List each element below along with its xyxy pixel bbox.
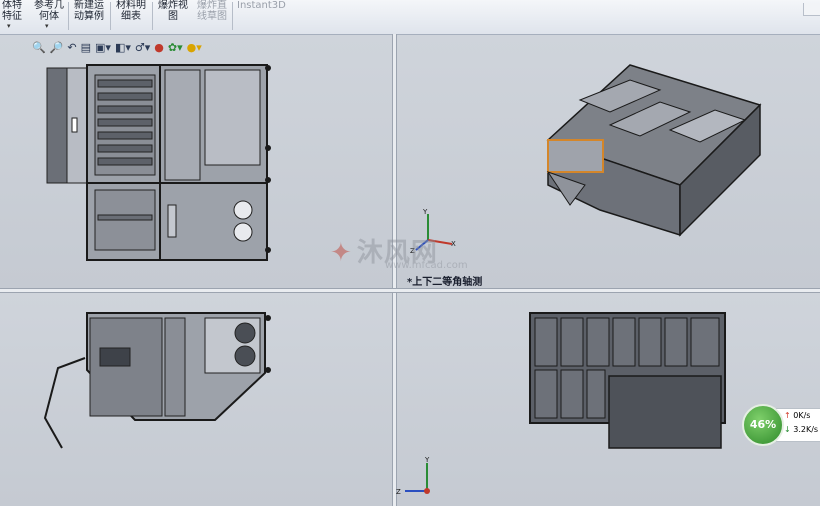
chevron-down-icon[interactable]: ▾ [45, 22, 49, 30]
ribbon-separator [152, 2, 153, 30]
download-arrow-icon: ↓ [784, 425, 791, 434]
display-style-icon[interactable]: ◧▾ [115, 41, 131, 54]
view-orientation-icon[interactable]: ▣▾ [95, 41, 111, 54]
view-settings-icon[interactable]: ●▾ [187, 41, 202, 54]
horizontal-splitter[interactable] [0, 288, 820, 293]
hide-show-icon[interactable]: ♂▾ [135, 41, 150, 54]
ribbon-button-reference-geometry[interactable]: 参考几 何体 [34, 0, 64, 22]
instant3d-button[interactable]: Instant3D [237, 0, 286, 11]
model-isometric-view[interactable] [540, 60, 770, 240]
zoom-area-icon[interactable]: 🔎 [50, 41, 64, 54]
model-top-view[interactable] [40, 60, 280, 265]
watermark: ✦ 沐风网 www.mfcad.com [330, 232, 468, 271]
edit-appearance-icon[interactable]: ● [154, 41, 164, 54]
download-speed: 3.2K/s [793, 425, 819, 434]
heads-up-view-toolbar: 🔍 🔎 ↶ ▤ ▣▾ ◧▾ ♂▾ ● ✿▾ ●▾ [32, 38, 202, 56]
command-ribbon: 体特 特征 ▾ 参考几 何体 ▾ 新建运 动算例 材料明 细表 爆炸视 图 爆炸… [0, 0, 820, 35]
watermark-logo-icon: ✦ [330, 238, 352, 268]
triad-x-label: X [451, 240, 456, 248]
ribbon-collapse-button[interactable] [803, 3, 820, 16]
model-side-view[interactable] [40, 308, 280, 453]
apply-scene-icon[interactable]: ✿▾ [168, 41, 183, 54]
previous-view-icon[interactable]: ↶ [67, 41, 76, 54]
exploded-view-button[interactable]: 爆炸视 图 [156, 0, 190, 22]
ribbon-separator [110, 2, 111, 30]
section-view-icon[interactable]: ▤ [81, 41, 91, 54]
ribbon-separator [232, 2, 233, 30]
axis-triad-bottom: Y Z [396, 456, 430, 496]
ribbon-button-feature[interactable]: 体特 特征 [0, 0, 24, 22]
network-speed-widget[interactable]: ↑ 0K/s ↓ 3.2K/s 46% [742, 404, 820, 446]
explode-line-sketch-button[interactable]: 爆炸直 线草图 [194, 0, 230, 22]
chevron-down-icon[interactable]: ▾ [7, 22, 11, 30]
triad-z-label: Z [396, 488, 401, 496]
new-motion-study-button[interactable]: 新建运 动算例 [72, 0, 106, 22]
view-orientation-label: *上下二等角轴测 [407, 277, 483, 288]
bill-of-materials-button[interactable]: 材料明 细表 [114, 0, 148, 22]
ribbon-separator [68, 2, 69, 30]
model-bottom-view[interactable] [525, 308, 735, 453]
zoom-to-fit-icon[interactable]: 🔍 [32, 41, 46, 54]
triad-y-label: Y [422, 208, 428, 216]
watermark-url: www.mfcad.com [385, 260, 468, 271]
upload-arrow-icon: ↑ [784, 411, 791, 420]
network-usage-percent[interactable]: 46% [742, 404, 784, 446]
upload-speed: 0K/s [793, 411, 811, 420]
triad-y-label: Y [424, 456, 430, 464]
